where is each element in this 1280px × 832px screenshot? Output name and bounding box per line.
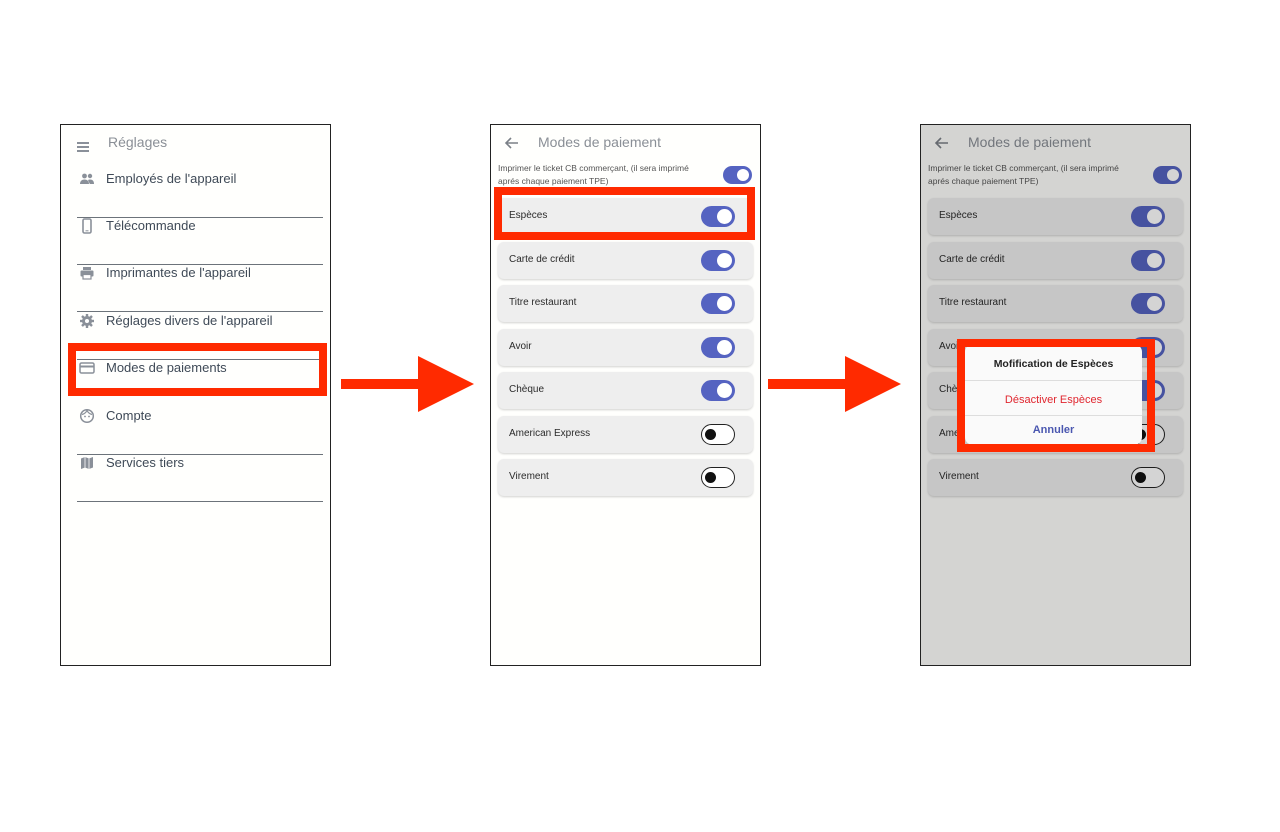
back-arrow-icon[interactable] — [502, 134, 522, 152]
gear-icon — [79, 313, 95, 329]
payment-mode-toggle[interactable] — [701, 250, 735, 271]
face-icon — [79, 408, 95, 424]
payment-mode-row[interactable]: American Express — [498, 416, 753, 453]
menu-item-remote[interactable]: Télécommande — [77, 218, 323, 265]
menu-item-label: Imprimantes de l'appareil — [106, 265, 251, 280]
highlight-box — [68, 343, 327, 396]
map-icon — [79, 455, 95, 471]
payment-mode-toggle[interactable] — [701, 424, 735, 445]
people-icon — [79, 171, 95, 187]
payment-mode-label: Virement — [509, 471, 549, 482]
menu-item-label: Services tiers — [106, 455, 185, 470]
menu-item-account[interactable]: Compte — [77, 408, 323, 455]
payment-mode-label: Avoir — [509, 341, 532, 352]
payment-mode-toggle[interactable] — [701, 337, 735, 358]
print-ticket-toggle[interactable] — [723, 166, 752, 184]
payment-mode-toggle[interactable] — [701, 467, 735, 488]
payment-mode-row[interactable]: Virement — [498, 459, 753, 496]
tutorial-canvas: Réglages Employés de l'appareil Télécomm… — [0, 0, 1280, 832]
menu-item-label: Télécommande — [106, 218, 196, 233]
menu-item-label: Réglages divers de l'appareil — [106, 313, 273, 328]
payment-mode-label: American Express — [509, 428, 591, 439]
payment-modes-screen: Modes de paiement Imprimer le ticket CB … — [490, 124, 761, 666]
payment-modes-dialog-screen: Modes de paiement Imprimer le ticket CB … — [920, 124, 1191, 666]
payment-mode-toggle[interactable] — [701, 293, 735, 314]
page-title: Réglages — [108, 134, 168, 150]
payment-mode-toggle[interactable] — [701, 380, 735, 401]
printer-icon — [79, 265, 95, 281]
menu-item-printers[interactable]: Imprimantes de l'appareil — [77, 265, 323, 312]
payment-mode-label: Carte de crédit — [509, 254, 575, 265]
payment-mode-row[interactable]: Chèque — [498, 372, 753, 409]
menu-item-third-party[interactable]: Services tiers — [77, 455, 323, 502]
payment-mode-row[interactable]: Avoir — [498, 329, 753, 366]
menu-item-employees[interactable]: Employés de l'appareil — [77, 171, 323, 218]
page-title: Modes de paiement — [538, 134, 661, 150]
payment-mode-label: Titre restaurant — [509, 297, 577, 308]
settings-screen: Réglages Employés de l'appareil Télécomm… — [60, 124, 331, 666]
phone-icon — [79, 218, 95, 234]
menu-item-label: Compte — [106, 408, 152, 423]
hamburger-menu-icon[interactable] — [77, 142, 89, 152]
print-ticket-text: Imprimer le ticket CB commerçant, (il se… — [498, 163, 689, 186]
menu-item-label: Employés de l'appareil — [106, 171, 237, 186]
arrow-right-icon — [341, 356, 474, 412]
payment-mode-label: Chèque — [509, 384, 545, 395]
payment-mode-row[interactable]: Titre restaurant — [498, 285, 753, 322]
highlight-box — [957, 339, 1155, 452]
payment-mode-row[interactable]: Carte de crédit — [498, 242, 753, 279]
arrow-right-icon — [768, 356, 901, 412]
highlight-box — [494, 187, 755, 240]
